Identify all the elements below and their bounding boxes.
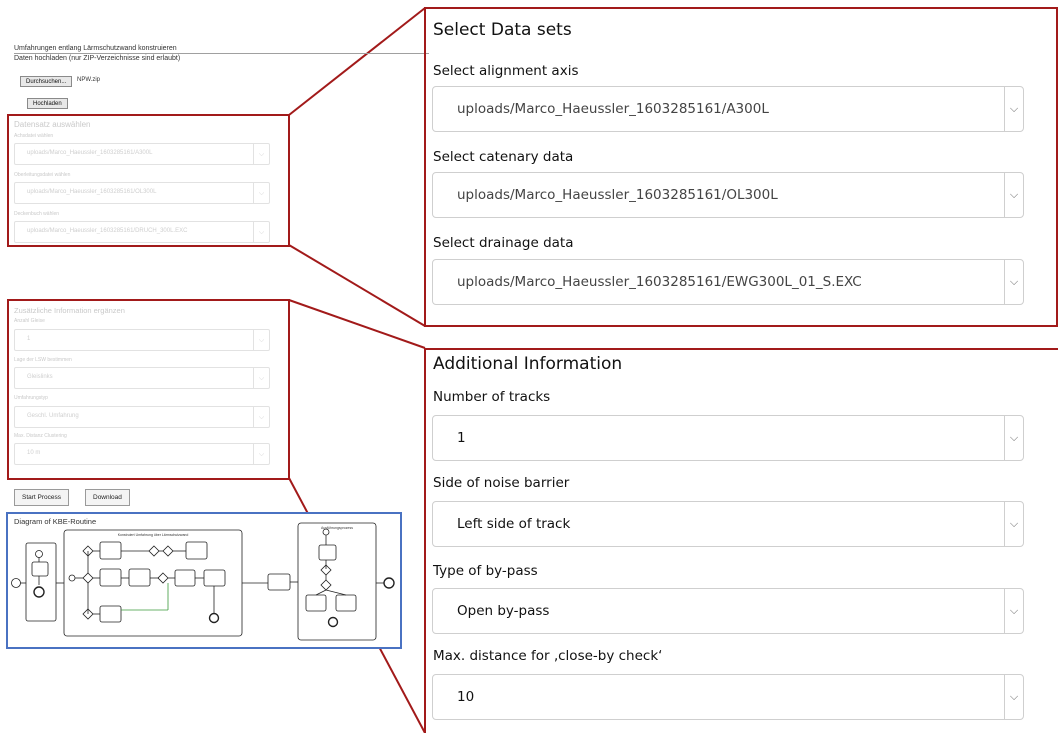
zoom-additional-title: Additional Information [433, 354, 623, 374]
zoom-side-select[interactable]: Left side of track ⌵ [432, 501, 1024, 547]
zoom-distance-value: 10 [457, 689, 475, 705]
page-heading: Umfahrungen entlang Lärmschutzwand konst… [14, 45, 177, 52]
end-event [383, 577, 395, 589]
left-subprocess [25, 542, 57, 622]
zoom-additional-top-border [424, 348, 1058, 350]
zoom-additional-left-border [424, 348, 426, 733]
zoom-drainage-select[interactable]: uploads/Marco_Haeussler_1603285161/EWG30… [432, 259, 1024, 305]
additional-highlight-box [7, 299, 290, 480]
zoom-catenary-select[interactable]: uploads/Marco_Haeussler_1603285161/OL300… [432, 172, 1024, 218]
zoom-axis-select[interactable]: uploads/Marco_Haeussler_1603285161/A300L… [432, 86, 1024, 132]
chevron-down-icon: ⌵ [1004, 675, 1023, 719]
diagram-lane-title: Konstruiert Umfahrung über Lärmschutzwan… [118, 533, 189, 537]
zoom-drainage-value: uploads/Marco_Haeussler_1603285161/EWG30… [457, 274, 862, 290]
start-event [11, 578, 21, 588]
heading-divider [14, 53, 429, 54]
zoom-bypass-value: Open by-pass [457, 603, 550, 619]
chevron-down-icon: ⌵ [1004, 589, 1023, 633]
diagram-lane2-title: Ausführungsprozess [321, 526, 353, 530]
zoom-bypass-label: Type of by-pass [433, 563, 538, 579]
browse-button[interactable]: Durchsuchen... [20, 76, 73, 87]
chevron-down-icon: ⌵ [1004, 87, 1023, 131]
zoom-tracks-select[interactable]: 1 ⌵ [432, 415, 1024, 461]
zoom-side-label: Side of noise barrier [433, 475, 570, 491]
file-name: NPW.zip [77, 77, 101, 83]
upload-note: Daten hochladen (nur ZIP-Verzeichnisse s… [14, 55, 181, 62]
chevron-down-icon: ⌵ [1004, 416, 1023, 460]
zoom-axis-label: Select alignment axis [433, 63, 579, 79]
chevron-down-icon: ⌵ [1004, 502, 1023, 546]
zoom-distance-label: Max. distance for ‚close-by check‘ [433, 648, 663, 664]
zoom-axis-value: uploads/Marco_Haeussler_1603285161/A300L [457, 101, 769, 117]
chevron-down-icon: ⌵ [1004, 260, 1023, 304]
zoom-catenary-label: Select catenary data [433, 149, 574, 165]
chevron-down-icon: ⌵ [1004, 173, 1023, 217]
zoom-bypass-select[interactable]: Open by-pass ⌵ [432, 588, 1024, 634]
zoom-tracks-label: Number of tracks [433, 389, 551, 405]
datasets-highlight-box [7, 114, 290, 247]
main-subprocess [63, 529, 243, 637]
zoom-tracks-value: 1 [457, 430, 466, 446]
zoom-catenary-value: uploads/Marco_Haeussler_1603285161/OL300… [457, 187, 778, 203]
download-button[interactable]: Download [85, 489, 130, 506]
bpmn-diagram: Konstruiert Umfahrung über Lärmschutzwan… [11, 522, 395, 641]
start-process-button[interactable]: Start Process [14, 489, 70, 506]
zoom-datasets-title: Select Data sets [433, 20, 572, 40]
zoom-drainage-label: Select drainage data [433, 235, 574, 251]
zoom-distance-select[interactable]: 10 ⌵ [432, 674, 1024, 720]
upload-button[interactable]: Hochladen [27, 98, 68, 109]
zoom-side-value: Left side of track [457, 516, 571, 532]
